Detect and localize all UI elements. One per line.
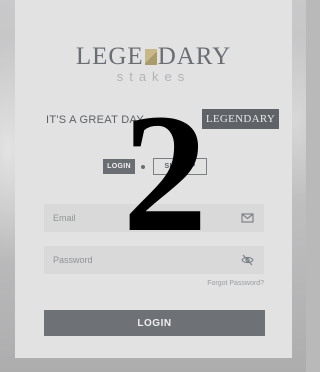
brand-name-part1: LEGE bbox=[75, 43, 144, 70]
overlay-number: 2 bbox=[122, 79, 208, 267]
brand-n-mark-icon bbox=[144, 49, 157, 65]
forgot-password-link[interactable]: Forgot Password? bbox=[207, 280, 264, 287]
brand-name-part2: DARY bbox=[157, 43, 232, 70]
login-button[interactable]: LOGIN bbox=[44, 310, 265, 336]
brand-logo: LEGE DARY stakes bbox=[15, 44, 292, 84]
eye-slash-icon[interactable] bbox=[241, 254, 254, 266]
envelope-icon bbox=[241, 213, 254, 223]
brand-wordmark: LEGE DARY bbox=[76, 44, 231, 70]
